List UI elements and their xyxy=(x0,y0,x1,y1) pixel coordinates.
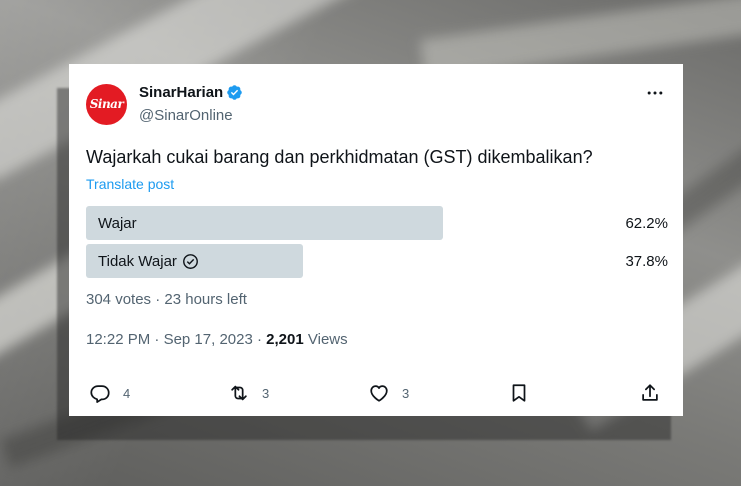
check-circle-icon xyxy=(182,253,198,269)
repost-count: 3 xyxy=(262,385,270,401)
poll-option-percent: 37.8% xyxy=(625,252,668,270)
views-count: 2,201 xyxy=(266,331,304,348)
verified-badge-icon xyxy=(227,85,242,100)
more-icon[interactable] xyxy=(644,82,666,104)
reply-button[interactable]: 4 xyxy=(89,378,130,408)
poll-bar xyxy=(86,206,443,240)
handle[interactable]: @SinarOnline xyxy=(139,107,233,124)
like-count: 3 xyxy=(402,385,410,401)
share-icon xyxy=(642,384,658,401)
bookmark-icon xyxy=(512,384,526,402)
poll-votes: 304 votes xyxy=(86,291,152,308)
poll-option-label: Tidak Wajar xyxy=(98,244,199,278)
repost-button[interactable]: 3 xyxy=(228,378,269,408)
reply-icon xyxy=(90,385,110,403)
post-time[interactable]: 12:22 PM xyxy=(86,331,150,348)
like-icon xyxy=(370,385,388,402)
author-name-row[interactable]: SinarHarian xyxy=(139,84,243,101)
action-bar: 4 3 3 xyxy=(86,378,668,408)
poll-meta: 304 votes · 23 hours left xyxy=(86,291,247,308)
reply-count: 4 xyxy=(123,385,131,401)
like-button[interactable]: 3 xyxy=(368,378,409,408)
repost-icon xyxy=(231,385,247,401)
poll-option: Tidak Wajar 37.8% xyxy=(86,244,668,278)
views-label: Views xyxy=(307,331,348,348)
poll-option: Wajar 62.2% xyxy=(86,206,668,240)
avatar-logo-text: Sinar xyxy=(89,96,124,111)
avatar[interactable]: Sinar xyxy=(86,84,127,125)
translate-post-link[interactable]: Translate post xyxy=(86,176,174,192)
poll-option-percent: 62.2% xyxy=(625,214,668,232)
share-button[interactable] xyxy=(639,378,661,408)
bookmark-button[interactable] xyxy=(508,378,530,408)
post-meta: 12:22 PM · Sep 17, 2023 · 2,201 Views xyxy=(86,331,348,348)
poll-time-left: 23 hours left xyxy=(164,291,247,308)
post-date[interactable]: Sep 17, 2023 xyxy=(164,331,253,348)
post-card: Sinar SinarHarian @SinarOnline Wajarkah … xyxy=(69,64,683,416)
poll-option-label: Wajar xyxy=(98,214,137,232)
display-name[interactable]: SinarHarian xyxy=(139,84,223,101)
post-text: Wajarkah cukai barang dan perkhidmatan (… xyxy=(86,147,593,167)
